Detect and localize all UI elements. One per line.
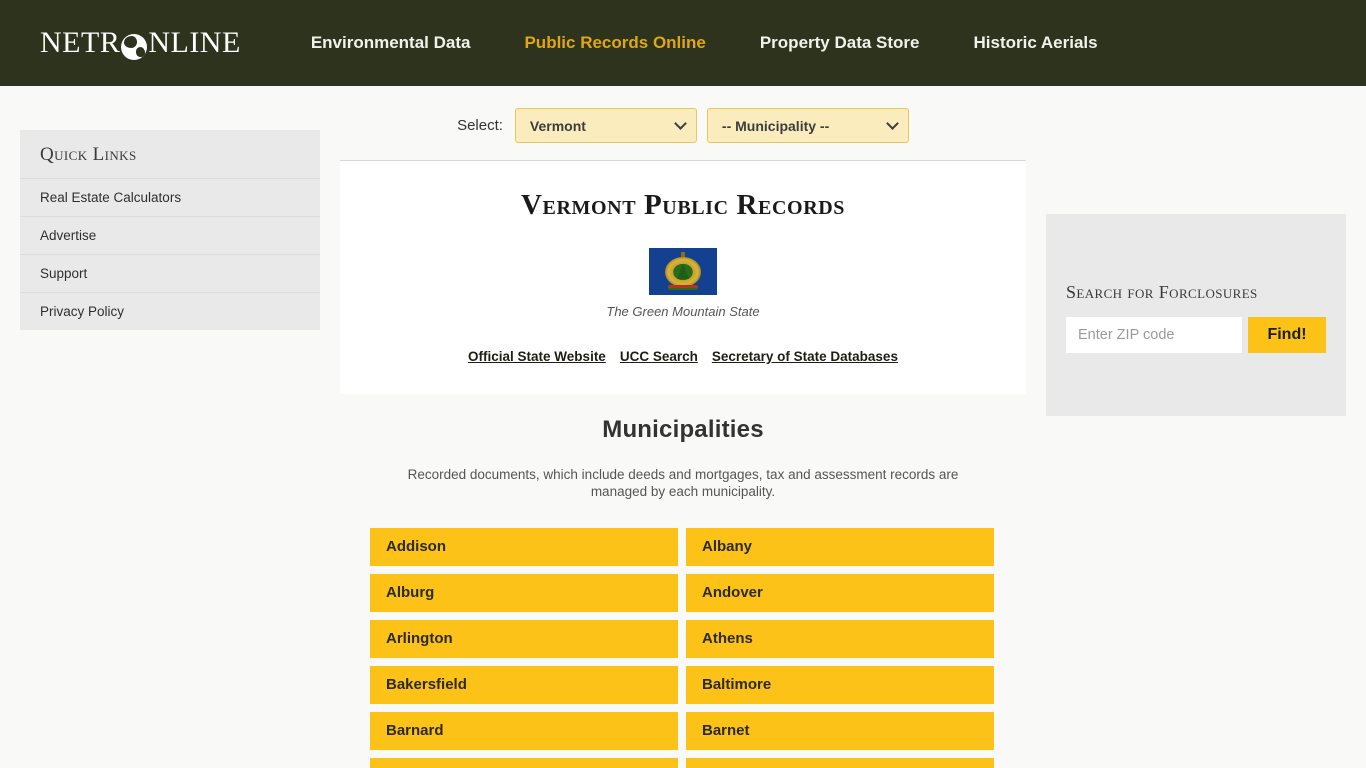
select-label: Select: — [457, 117, 503, 134]
vermont-flag-icon — [649, 248, 717, 295]
main-navigation: Environmental Data Public Records Online… — [311, 33, 1098, 53]
municipality-grid: Addison Albany Alburg Andover Arlington Athen… — [340, 527, 1026, 768]
municipality-button[interactable]: Baltimore — [686, 665, 994, 704]
municipality-button[interactable]: Alburg — [370, 573, 678, 612]
municipalities-description: Recorded documents, which include deeds … — [407, 467, 959, 500]
nav-link-public-records-online[interactable]: Public Records Online — [524, 33, 705, 53]
municipality-select[interactable]: -- Municipality -- — [706, 108, 909, 143]
municipality-button[interactable]: Bakersfield — [370, 665, 678, 704]
nav-link-environmental-data[interactable]: Environmental Data — [311, 33, 471, 53]
nav-link-property-data-store[interactable]: Property Data Store — [760, 33, 920, 53]
main-content: Select: Vermont -- Municipality -- Vermo… — [340, 86, 1026, 768]
municipalities-section: Municipalities Recorded documents, which… — [340, 394, 1026, 768]
link-ucc-search[interactable]: UCC Search — [620, 349, 698, 364]
state-info-card: Vermont Public Records The Green Mountai… — [340, 160, 1026, 394]
state-select-wrapper: Vermont — [514, 108, 697, 143]
foreclosure-search-panel: Search for Forclosures Find! — [1046, 214, 1346, 416]
netronline-logo[interactable]: NETR NLINE — [40, 26, 241, 60]
quick-links-panel: Quick Links Real Estate Calculators Adve… — [20, 130, 320, 330]
quick-links-title: Quick Links — [40, 144, 137, 165]
municipality-select-wrapper: -- Municipality -- — [706, 108, 909, 143]
nav-link-historic-aerials[interactable]: Historic Aerials — [974, 33, 1098, 53]
link-secretary-of-state-databases[interactable]: Secretary of State Databases — [712, 349, 898, 364]
selector-bar: Select: Vermont -- Municipality -- — [340, 86, 1026, 160]
zip-code-input[interactable] — [1066, 317, 1242, 353]
municipality-button[interactable] — [370, 757, 678, 768]
municipalities-title: Municipalities — [602, 416, 764, 443]
state-nickname: The Green Mountain State — [606, 304, 760, 319]
municipality-button[interactable]: Arlington — [370, 619, 678, 658]
sidebar-item-real-estate-calculators[interactable]: Real Estate Calculators — [20, 178, 320, 216]
sidebar-item-privacy-policy[interactable]: Privacy Policy — [20, 292, 320, 330]
state-links: Official State Website UCC Search Secret… — [340, 349, 1026, 364]
logo-text-pre: NETR — [40, 26, 121, 59]
sidebar-item-advertise[interactable]: Advertise — [20, 216, 320, 254]
municipality-button[interactable]: Albany — [686, 527, 994, 566]
page-title: Vermont Public Records — [521, 189, 845, 221]
foreclosure-search-title: Search for Forclosures — [1066, 282, 1258, 302]
municipality-button[interactable]: Addison — [370, 527, 678, 566]
flag-scroll — [668, 285, 698, 290]
globe-icon — [121, 34, 148, 60]
page-body: Quick Links Real Estate Calculators Adve… — [0, 86, 1366, 768]
municipality-button[interactable] — [686, 757, 994, 768]
link-official-state-website[interactable]: Official State Website — [468, 349, 606, 364]
state-select[interactable]: Vermont — [514, 108, 697, 143]
site-header: NETR NLINE Environmental Data Public Rec… — [0, 0, 1366, 86]
foreclosure-search-form: Find! — [1066, 317, 1326, 353]
municipality-button[interactable]: Athens — [686, 619, 994, 658]
flag-pine-tree — [677, 263, 689, 279]
sidebar-item-support[interactable]: Support — [20, 254, 320, 292]
municipality-button[interactable]: Andover — [686, 573, 994, 612]
municipality-button[interactable]: Barnet — [686, 711, 994, 750]
logo-text-post: NLINE — [148, 26, 241, 59]
find-button[interactable]: Find! — [1248, 317, 1326, 353]
municipality-button[interactable]: Barnard — [370, 711, 678, 750]
